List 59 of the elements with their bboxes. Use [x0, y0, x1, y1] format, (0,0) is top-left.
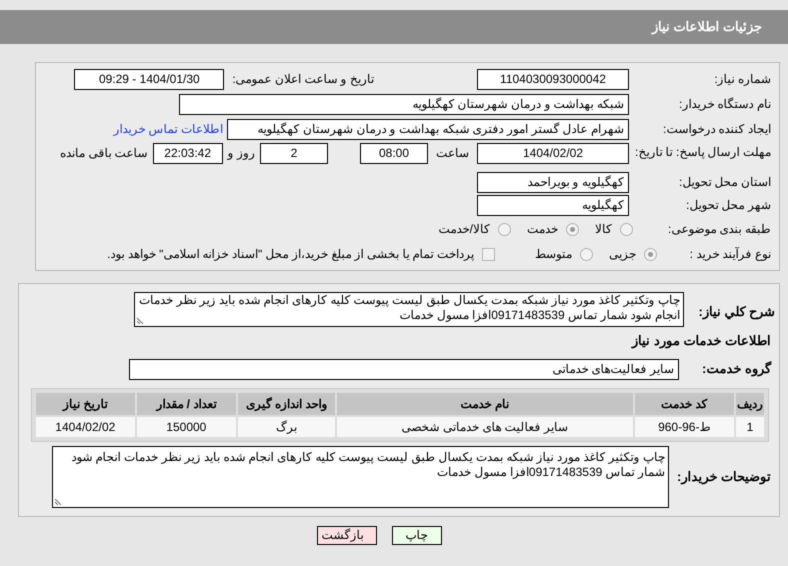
field-label: شماره نیاز: [713, 71, 772, 88]
table-cell: 150000 [136, 416, 236, 436]
table-cell: 1 [736, 416, 764, 436]
print-button[interactable]: چاپ [392, 526, 442, 544]
checkbox-label: پرداخت تمام یا بخشی از مبلغ خرید،از محل "اسناد خزانه اسلامی" خواهد بود. [107, 246, 474, 263]
radio-button[interactable] [580, 248, 593, 260]
column-header: تاریخ نیاز [36, 392, 135, 414]
column-header: تعداد / مقدار [136, 392, 236, 414]
resize-grip-icon [137, 317, 144, 324]
checkbox[interactable] [482, 248, 495, 260]
requester-field: شهرام عادل گستر امور دفتری شبکه بهداشت و درمان شهرستان کهگیلویه [227, 118, 629, 140]
radio-button[interactable] [620, 222, 633, 236]
field-label: ساعت [436, 145, 469, 162]
column-header: کد خدمت [634, 392, 734, 414]
deadline-time-field: 08:00 [360, 143, 428, 164]
table-cell: 1404/02/02 [36, 416, 135, 436]
table-cell: سایر فعالیت های خدماتی شخصی [337, 416, 633, 436]
resize-grip-icon [55, 498, 62, 504]
radio-button[interactable] [644, 248, 657, 260]
buyer-notes-text-area[interactable]: چاپ وتکثیر کاغذ مورد نیاز شبکه بمدت یکسال طبق لیست پیوست کلیه کارهای انجام شده باید زیر نظر خدمات انجام شود شمار تماس 09171483539افزا مسول خدمات [52, 446, 669, 508]
table-cell: برگ [238, 416, 336, 436]
field-label: گروه خدمت: [701, 360, 772, 378]
back-button[interactable]: بازگشت [316, 526, 376, 544]
radio-button[interactable] [566, 222, 579, 236]
field-label: نام دستگاه خریدار: [678, 96, 772, 113]
column-header: ردیف [736, 392, 764, 414]
need-number-field: 1104030093000042 [477, 68, 629, 90]
field-label: توضیحات خریدار: [676, 468, 772, 486]
radio-label: کالا [595, 221, 612, 238]
section-heading: اطلاعات خدمات مورد نیاز [630, 332, 772, 350]
city-field: کهگیلویه [477, 194, 629, 216]
buyer-org-field: شبکه بهداشت و درمان شهرستان کهگیلویه [179, 94, 629, 114]
field-label: روز و [228, 145, 255, 162]
days-field: 2 [260, 143, 328, 164]
province-field: کهگیلویه و بویراحمد [477, 172, 629, 192]
radio-label: خدمت [527, 221, 558, 238]
service-group-field: سایر فعالیت‌های خدماتی [129, 358, 679, 380]
table-cell: ط-96-960 [634, 416, 734, 436]
radio-label: کالا/خدمت [438, 221, 490, 238]
field-label: ایجاد کننده درخواست: [662, 121, 772, 138]
radio-label: متوسط [535, 246, 572, 263]
field-label: تاریخ و ساعت اعلان عمومی: [232, 71, 374, 88]
announce-date-field: 1404/01/30 - 09:29 [74, 68, 224, 90]
buyer-contact-link[interactable]: اطلاعات تماس خریدار [113, 120, 223, 138]
column-header: نام خدمت [337, 392, 633, 414]
field-label: نوع فرآیند خرید : [688, 246, 772, 263]
field-label: شرح کلي نياز: [697, 303, 776, 322]
remaining-time-field: 22:03:42 [152, 143, 223, 164]
field-label: ساعت باقی مانده [60, 145, 148, 162]
field-label: مهلت ارسال پاسخ: تا تاریخ: [634, 144, 772, 161]
field-label: طبقه بندی موضوعی: [666, 221, 772, 238]
column-header: واحد اندازه گیری [238, 392, 336, 414]
radio-button[interactable] [498, 222, 511, 236]
field-label: استان محل تحویل: [678, 174, 772, 191]
radio-label: جزیی [609, 246, 636, 263]
field-label: شهر محل تحویل: [684, 197, 772, 214]
deadline-date-field: 1404/02/02 [477, 143, 629, 164]
summary-text-area[interactable]: چاپ وتکثیر کاغذ مورد نیاز شبکه بمدت یکسال طبق لیست پیوست کلیه کارهای انجام شده باید زیر نظر خدمات انجام شود شمار تماس 09171483539افزا مسول خدمات [134, 292, 684, 327]
page-title-bar: جزئیات اطلاعات نیاز [0, 10, 788, 44]
